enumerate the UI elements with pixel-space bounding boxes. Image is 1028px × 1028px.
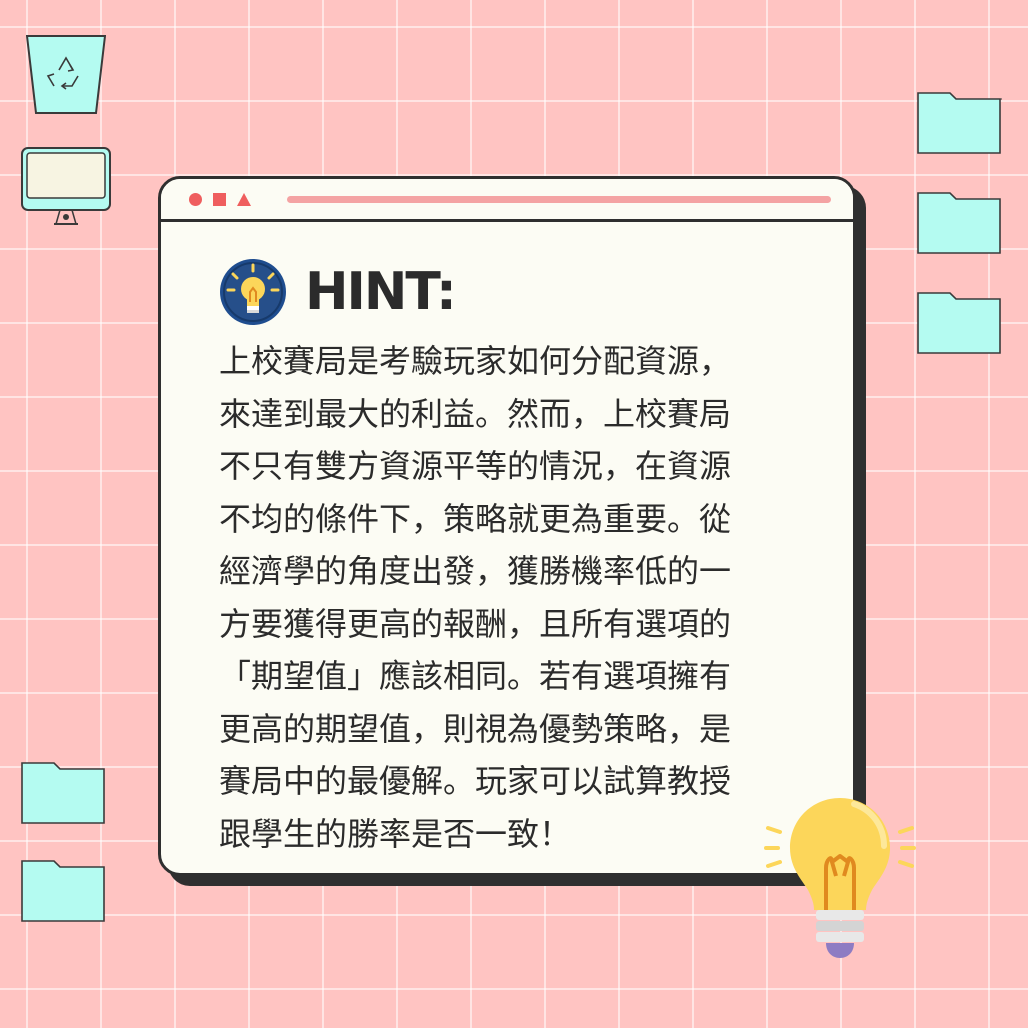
folder-icon[interactable] bbox=[916, 189, 1002, 255]
hint-line: 方要獲得更高的報酬，且所有選項的 bbox=[219, 604, 732, 643]
computer-icon[interactable] bbox=[20, 146, 112, 226]
hint-body: 上校賽局是考驗玩家如何分配資源， 來達到最大的利益。然而，上校賽局 不只有雙方資… bbox=[219, 335, 809, 860]
hint-line: 上校賽局是考驗玩家如何分配資源， bbox=[219, 342, 732, 380]
maximize-button[interactable] bbox=[237, 193, 251, 206]
hint-line: 賽局中的最優解。玩家可以試算教授 bbox=[219, 762, 732, 800]
hint-line: 經濟學的角度出發，獲勝機率低的一 bbox=[219, 552, 732, 590]
folder-icon[interactable] bbox=[916, 289, 1002, 355]
minimize-button[interactable] bbox=[213, 193, 226, 206]
hint-title: HINT: bbox=[305, 262, 457, 322]
hint-window: HINT: 上校賽局是考驗玩家如何分配資源， 來達到最大的利益。然而，上校賽局 … bbox=[158, 176, 856, 876]
recycle-bin-icon[interactable] bbox=[26, 34, 106, 116]
folder-icon[interactable] bbox=[20, 857, 106, 923]
hint-line: 跟學生的勝率是否一致！ bbox=[219, 814, 572, 853]
close-button[interactable] bbox=[189, 193, 202, 206]
hint-line: 更高的期望值，則視為優勢策略，是 bbox=[219, 709, 732, 748]
lightbulb-icon bbox=[764, 798, 916, 958]
address-bar[interactable] bbox=[287, 196, 831, 203]
folder-icon[interactable] bbox=[20, 759, 106, 825]
hint-line: 來達到最大的利益。然而，上校賽局 bbox=[219, 394, 732, 433]
lightbulb-badge-icon bbox=[220, 259, 286, 325]
hint-line: 「期望值」應該相同。若有選項擁有 bbox=[219, 657, 732, 695]
folder-icon[interactable] bbox=[916, 89, 1002, 155]
title-bar bbox=[161, 179, 853, 222]
hint-line: 不只有雙方資源平等的情況，在資源 bbox=[219, 447, 732, 485]
hint-line: 不均的條件下，策略就更為重要。從 bbox=[219, 499, 732, 538]
